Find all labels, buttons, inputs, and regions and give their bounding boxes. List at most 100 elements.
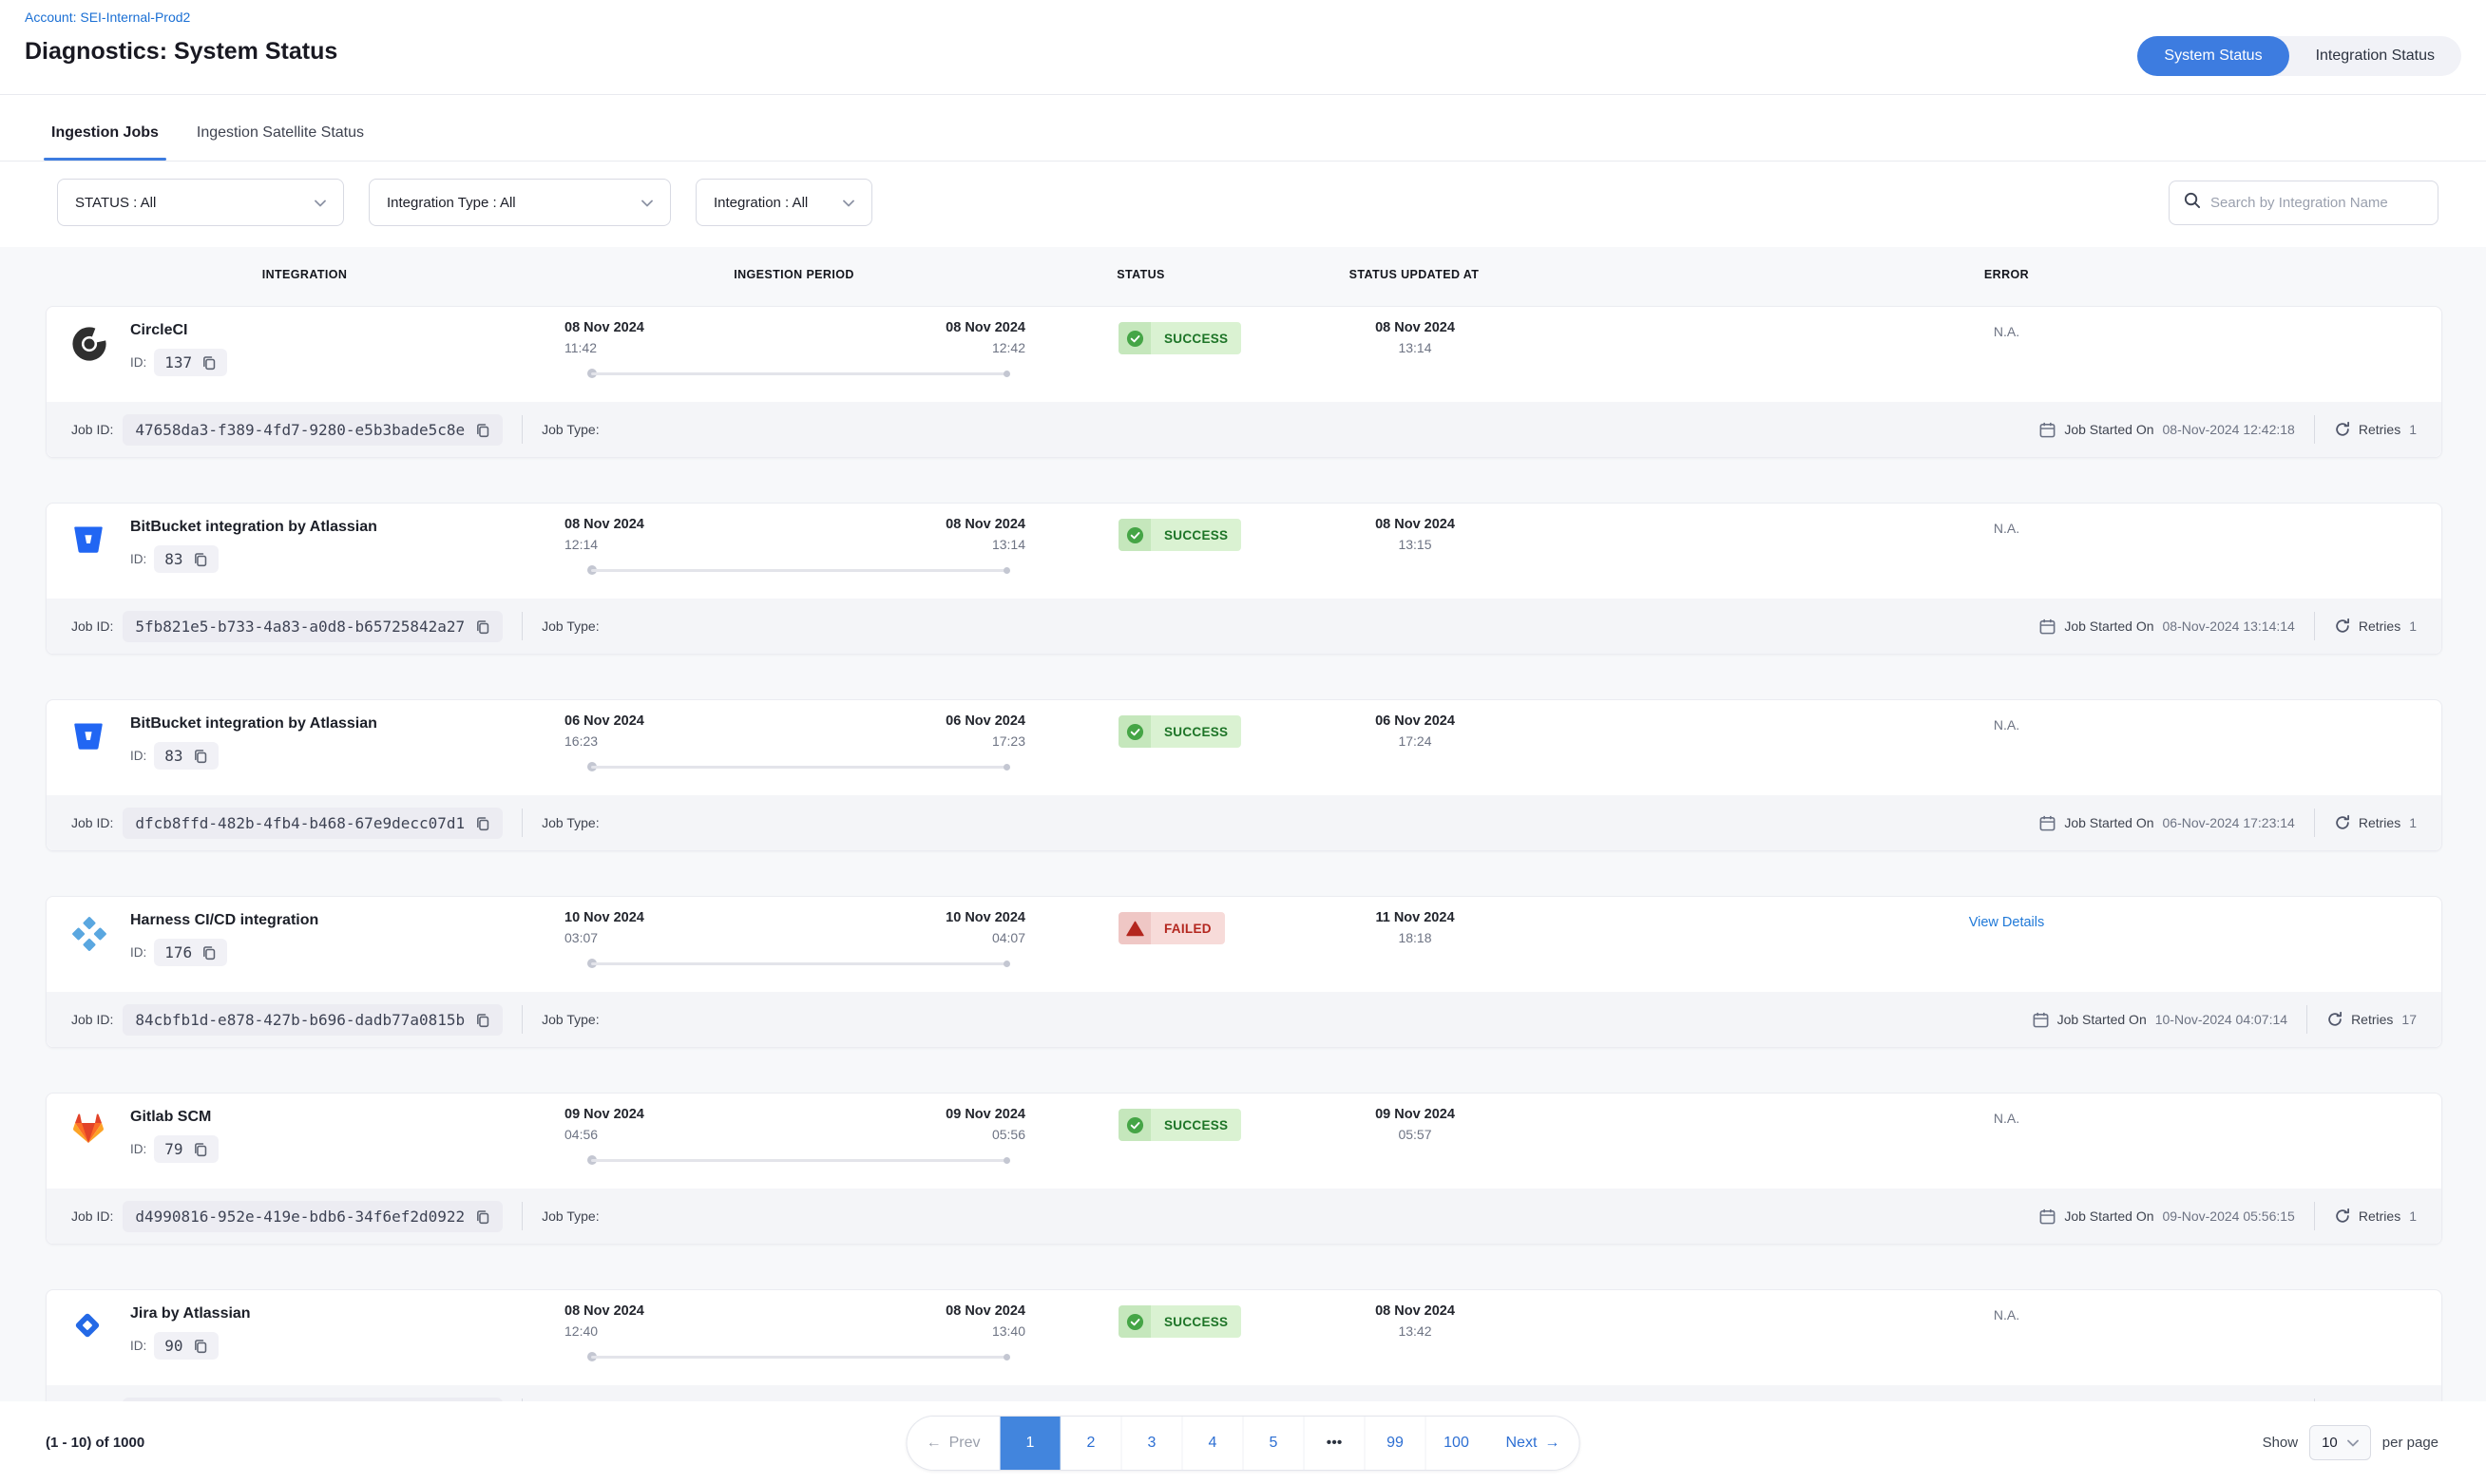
toggle-integration-status[interactable]: Integration Status — [2289, 36, 2461, 76]
calendar-icon — [2038, 421, 2056, 439]
results-range-label: (1 - 10) of 1000 — [46, 1435, 144, 1451]
error-cell: N.A. — [1572, 504, 2441, 599]
copy-icon[interactable] — [474, 618, 490, 635]
jira-icon — [71, 1309, 107, 1345]
page-button-2[interactable]: 2 — [1061, 1417, 1122, 1470]
copy-icon[interactable] — [474, 1208, 490, 1225]
integration-id-label: ID: — [130, 945, 146, 960]
job-started-value: 09-Nov-2024 05:56:15 — [2163, 1208, 2295, 1224]
integration-name: Gitlab SCM — [130, 1109, 219, 1126]
page-button-1[interactable]: 1 — [1001, 1417, 1061, 1470]
next-page-button[interactable]: Next→ — [1487, 1417, 1579, 1470]
integration-id-value: 79 — [164, 1140, 182, 1158]
show-label: Show — [2263, 1435, 2299, 1451]
job-id-value: d4990816-952e-419e-bdb6-34f6ef2d0922 — [135, 1208, 465, 1226]
page-button-100[interactable]: 100 — [1426, 1417, 1487, 1470]
status-updated-date: 08 Nov 2024 — [1258, 517, 1572, 532]
account-link[interactable]: Account: SEI-Internal-Prod2 — [25, 10, 190, 25]
status-filter-dropdown[interactable]: STATUS : All — [57, 179, 344, 226]
integration-type-filter-label: Integration Type : All — [387, 195, 516, 211]
next-arrow-icon: → — [1544, 1435, 1559, 1452]
error-cell: N.A. — [1572, 307, 2441, 402]
table-header-row: INTEGRATION INGESTION PERIOD STATUS STAT… — [46, 247, 2442, 306]
job-type-label: Job Type: — [542, 1012, 599, 1027]
slider-track — [591, 569, 1007, 572]
job-started-label: Job Started On — [2064, 1208, 2153, 1224]
integration-type-filter-dropdown[interactable]: Integration Type : All — [369, 179, 671, 226]
page-button-99[interactable]: 99 — [1366, 1417, 1426, 1470]
copy-icon[interactable] — [192, 748, 208, 764]
view-details-link[interactable]: View Details — [1969, 915, 2045, 930]
slider-track — [591, 1356, 1007, 1359]
ingestion-period-cell: 10 Nov 2024 03:07 10 Nov 2024 04:07 — [564, 897, 1025, 992]
integration-name: Jira by Atlassian — [130, 1305, 251, 1322]
job-id-value: 84cbfb1d-e878-427b-b696-dadb77a0815b — [135, 1011, 465, 1029]
period-end-time: 04:07 — [946, 930, 1025, 945]
circleci-icon — [71, 326, 107, 362]
slider-end-dot — [1004, 764, 1010, 771]
status-cell: SUCCESS — [1025, 504, 1258, 599]
divider — [522, 1202, 523, 1230]
toggle-system-status[interactable]: System Status — [2137, 36, 2288, 76]
ingestion-period-cell: 08 Nov 2024 12:14 08 Nov 2024 13:14 — [564, 504, 1025, 599]
check-circle-icon — [1119, 715, 1151, 748]
chevron-down-icon — [2347, 1435, 2359, 1451]
tab-bar: Ingestion Jobs Ingestion Satellite Statu… — [0, 95, 2486, 162]
status-cell: FAILED — [1025, 897, 1258, 992]
slider-end-dot — [1004, 567, 1010, 574]
column-header-status-updated-at: STATUS UPDATED AT — [1257, 268, 1571, 281]
prev-arrow-icon: ← — [927, 1435, 942, 1452]
period-end-date: 08 Nov 2024 — [946, 320, 1025, 335]
job-id-label: Job ID: — [71, 422, 113, 437]
copy-icon[interactable] — [201, 944, 217, 961]
copy-icon[interactable] — [192, 1141, 208, 1157]
retries-value: 1 — [2409, 422, 2417, 437]
copy-icon[interactable] — [201, 354, 217, 371]
copy-icon[interactable] — [192, 551, 208, 567]
error-value: N.A. — [1994, 324, 2019, 339]
error-value: N.A. — [1994, 717, 2019, 732]
tab-ingestion-satellite-status[interactable]: Ingestion Satellite Status — [195, 124, 366, 161]
job-id-label: Job ID: — [71, 1208, 113, 1224]
copy-icon[interactable] — [474, 1012, 490, 1028]
copy-icon[interactable] — [192, 1338, 208, 1354]
tab-ingestion-jobs[interactable]: Ingestion Jobs — [49, 124, 161, 161]
page-button-3[interactable]: 3 — [1122, 1417, 1183, 1470]
period-end-date: 06 Nov 2024 — [946, 713, 1025, 729]
error-cell: View Details — [1572, 897, 2441, 992]
integration-id-value: 83 — [164, 747, 182, 765]
search-box — [2169, 181, 2438, 225]
divider — [2314, 612, 2315, 640]
status-updated-date: 08 Nov 2024 — [1258, 1303, 1572, 1319]
harness-icon — [71, 916, 107, 952]
error-cell: N.A. — [1572, 1290, 2441, 1385]
period-start-time: 12:40 — [564, 1323, 644, 1339]
period-end-date: 08 Nov 2024 — [946, 517, 1025, 532]
copy-icon[interactable] — [474, 422, 490, 438]
page-button-4[interactable]: 4 — [1183, 1417, 1244, 1470]
status-badge-label: SUCCESS — [1151, 1305, 1241, 1338]
per-page-label: per page — [2382, 1435, 2438, 1451]
integration-name: BitBucket integration by Atlassian — [130, 715, 377, 732]
job-type-label: Job Type: — [542, 1208, 599, 1224]
column-header-integration: INTEGRATION — [46, 268, 564, 281]
retries-icon — [2334, 814, 2351, 831]
copy-icon[interactable] — [474, 815, 490, 831]
status-badge: FAILED — [1119, 912, 1225, 944]
job-started-label: Job Started On — [2064, 422, 2153, 437]
period-start-time: 11:42 — [564, 340, 644, 355]
prev-page-button[interactable]: ←Prev — [908, 1417, 1001, 1470]
job-started-value: 06-Nov-2024 17:23:14 — [2163, 815, 2295, 830]
page-size-value: 10 — [2322, 1435, 2338, 1451]
ingestion-job-row: BitBucket integration by Atlassian ID: 8… — [46, 503, 2442, 655]
check-circle-icon — [1119, 519, 1151, 551]
search-input[interactable] — [2210, 195, 2424, 211]
integration-filter-dropdown[interactable]: Integration : All — [696, 179, 872, 226]
page-size-select[interactable]: 10 — [2309, 1425, 2371, 1460]
retries-value: 1 — [2409, 618, 2417, 634]
integration-cell: Gitlab SCM ID: 79 — [47, 1094, 564, 1189]
integration-cell: Harness CI/CD integration ID: 176 — [47, 897, 564, 992]
page-button-5[interactable]: 5 — [1244, 1417, 1305, 1470]
integration-id-label: ID: — [130, 552, 146, 566]
status-updated-time: 18:18 — [1258, 930, 1572, 945]
